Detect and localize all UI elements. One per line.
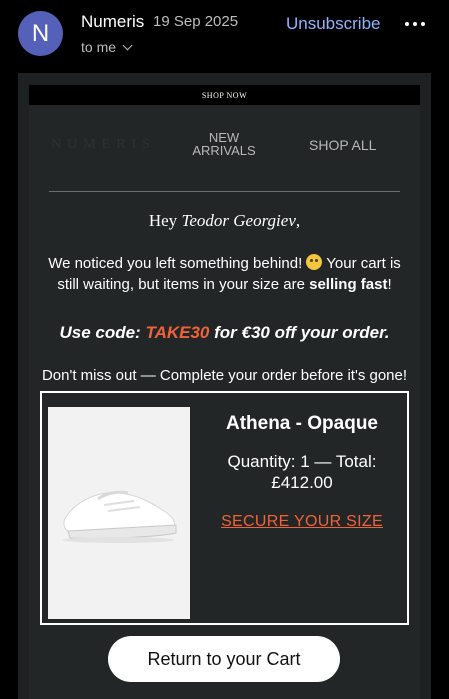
worried-face-icon (306, 254, 323, 270)
email-body: SHOP NOW NUMERIS NEW ARRIVALS SHOP ALL H… (18, 73, 431, 699)
greeting-suffix: , (295, 211, 301, 230)
sneaker-icon (48, 407, 190, 619)
sender-name[interactable]: Numeris (81, 12, 144, 32)
shop-now-bar[interactable]: SHOP NOW (29, 85, 420, 105)
cart-notice: We noticed you left something behind! Yo… (47, 253, 402, 295)
greeting-prefix: Hey (148, 211, 182, 230)
code-prefix: Use code: (59, 323, 146, 342)
missout-text: Don't miss out — Complete your order bef… (41, 367, 408, 384)
code-suffix: for €30 off your order. (209, 323, 390, 342)
total-price: £412.00 (271, 473, 333, 492)
avatar-letter: N (31, 19, 50, 47)
recipient-label: to me (81, 39, 117, 55)
promo-code: TAKE30 (145, 323, 210, 342)
customer-name: Teodor Georgiev (181, 211, 296, 230)
product-card: Athena - Opaque Quantity: 1 — Total: £41… (40, 391, 409, 625)
email-date: 19 Sep 2025 (153, 13, 239, 30)
product-quantity-total: Quantity: 1 — Total: £412.00 (212, 451, 392, 493)
sender-avatar[interactable]: N (18, 11, 63, 56)
email-content: SHOP NOW NUMERIS NEW ARRIVALS SHOP ALL H… (29, 85, 420, 699)
nav-shop-all[interactable]: SHOP ALL (309, 137, 376, 153)
notice-part1: We noticed you left something behind! (48, 255, 307, 272)
promo-code-line: Use code: TAKE30 for €30 off your order. (29, 323, 420, 343)
notice-bold: selling fast (309, 276, 388, 293)
greeting: Hey Teodor Georgiev, (29, 211, 420, 231)
secure-your-size-link[interactable]: SECURE YOUR SIZE (212, 513, 392, 531)
notice-end: ! (387, 276, 392, 293)
product-name[interactable]: Athena - Opaque (212, 413, 392, 435)
unsubscribe-link[interactable]: Unsubscribe (286, 14, 381, 34)
brand-logo[interactable]: NUMERIS (51, 137, 156, 153)
divider (49, 191, 400, 192)
quantity-line: Quantity: 1 — Total: (227, 452, 377, 471)
return-to-cart-button[interactable]: Return to your Cart (108, 636, 340, 682)
chevron-down-icon (122, 40, 133, 50)
nav-new-arrivals[interactable]: NEW ARRIVALS (179, 131, 269, 157)
nav-new-line2: ARRIVALS (192, 143, 256, 158)
recipient-toggle[interactable]: to me (81, 39, 133, 55)
product-image[interactable] (48, 407, 190, 619)
more-options-icon[interactable] (405, 22, 425, 26)
